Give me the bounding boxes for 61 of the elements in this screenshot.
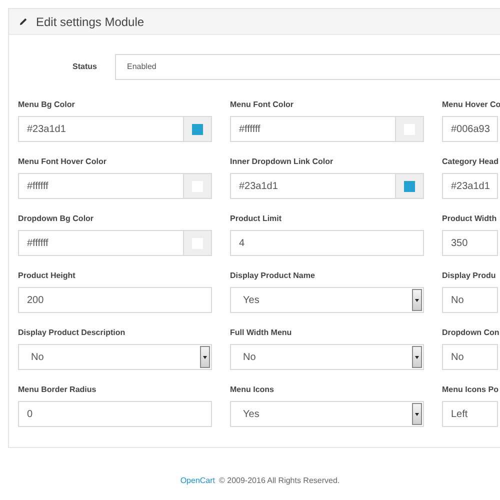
- field-value: Left: [451, 408, 468, 422]
- field-value: #ffffff: [239, 122, 260, 136]
- field-label: Display Produ: [442, 270, 497, 282]
- field-label: Status: [72, 61, 98, 73]
- field-value: 4: [239, 236, 245, 250]
- text-field[interactable]: #23a1d1: [442, 173, 498, 199]
- field-label: Inner Dropdown Link Color: [230, 156, 334, 168]
- field-value: No: [451, 294, 464, 308]
- text-field[interactable]: No: [442, 344, 498, 370]
- field-value: #23a1d1: [239, 180, 278, 194]
- text-field[interactable]: #006a93: [442, 116, 498, 142]
- field-label: Product Limit: [230, 213, 283, 225]
- text-field[interactable]: Left: [442, 401, 498, 427]
- copyright-text: © 2009-2016 All Rights Reserved.: [219, 475, 340, 487]
- footer-link[interactable]: OpenCart: [180, 475, 216, 487]
- text-field[interactable]: 200: [18, 287, 212, 313]
- color-field[interactable]: #ffffff: [230, 116, 424, 142]
- field-label: Product Height: [18, 270, 76, 282]
- select-field[interactable]: No: [230, 344, 424, 370]
- select-field[interactable]: Yes: [230, 287, 424, 313]
- field-value: Yes: [243, 294, 260, 306]
- field-label: Menu Bg Color: [18, 99, 76, 111]
- field-value: #006a93: [451, 122, 490, 136]
- field-label: Menu Border Radius: [18, 384, 98, 396]
- field-value: Yes: [243, 408, 260, 420]
- panel-title: Edit settings Module: [36, 14, 144, 30]
- field-value: #ffffff: [27, 180, 48, 194]
- field-label: Dropdown Bg Color: [18, 213, 95, 225]
- field-value: Enabled: [127, 61, 156, 73]
- field-label: Menu Hover Co: [442, 99, 498, 111]
- pencil-icon: [19, 17, 28, 26]
- select-field[interactable]: Yes: [230, 401, 424, 427]
- field-label: Menu Font Color: [230, 99, 295, 111]
- text-field[interactable]: 350: [442, 230, 498, 256]
- field-value: No: [243, 352, 256, 362]
- field-label: Display Product Description: [18, 327, 126, 339]
- field-label: Product Width: [442, 213, 498, 225]
- field-label: Full Width Menu: [230, 327, 293, 339]
- color-field[interactable]: #23a1d1: [230, 173, 424, 199]
- field-value: No: [451, 350, 464, 364]
- select-field[interactable]: Enabled: [115, 54, 500, 80]
- color-field[interactable]: #23a1d1: [18, 116, 212, 142]
- field-label: Display Product Name: [230, 270, 316, 282]
- field-value: #23a1d1: [451, 180, 490, 194]
- field-value: #ffffff: [27, 236, 48, 250]
- field-value: #23a1d1: [27, 122, 66, 136]
- field-value: 200: [27, 294, 44, 308]
- text-field[interactable]: 0: [18, 401, 212, 427]
- field-value: No: [31, 352, 44, 362]
- color-field[interactable]: #ffffff: [18, 173, 212, 199]
- color-field[interactable]: #ffffff: [18, 230, 212, 256]
- field-label: Menu Icons: [230, 384, 276, 396]
- field-label: Category Head: [442, 156, 498, 168]
- select-field[interactable]: No: [18, 344, 212, 370]
- field-label: Menu Icons Po: [442, 384, 498, 396]
- field-value: 0: [27, 408, 33, 422]
- field-label: Menu Font Hover Color: [18, 156, 108, 168]
- text-field[interactable]: No: [442, 287, 498, 313]
- field-label: Dropdown Con: [442, 327, 498, 339]
- field-value: 350: [451, 236, 468, 250]
- text-field[interactable]: 4: [230, 230, 424, 256]
